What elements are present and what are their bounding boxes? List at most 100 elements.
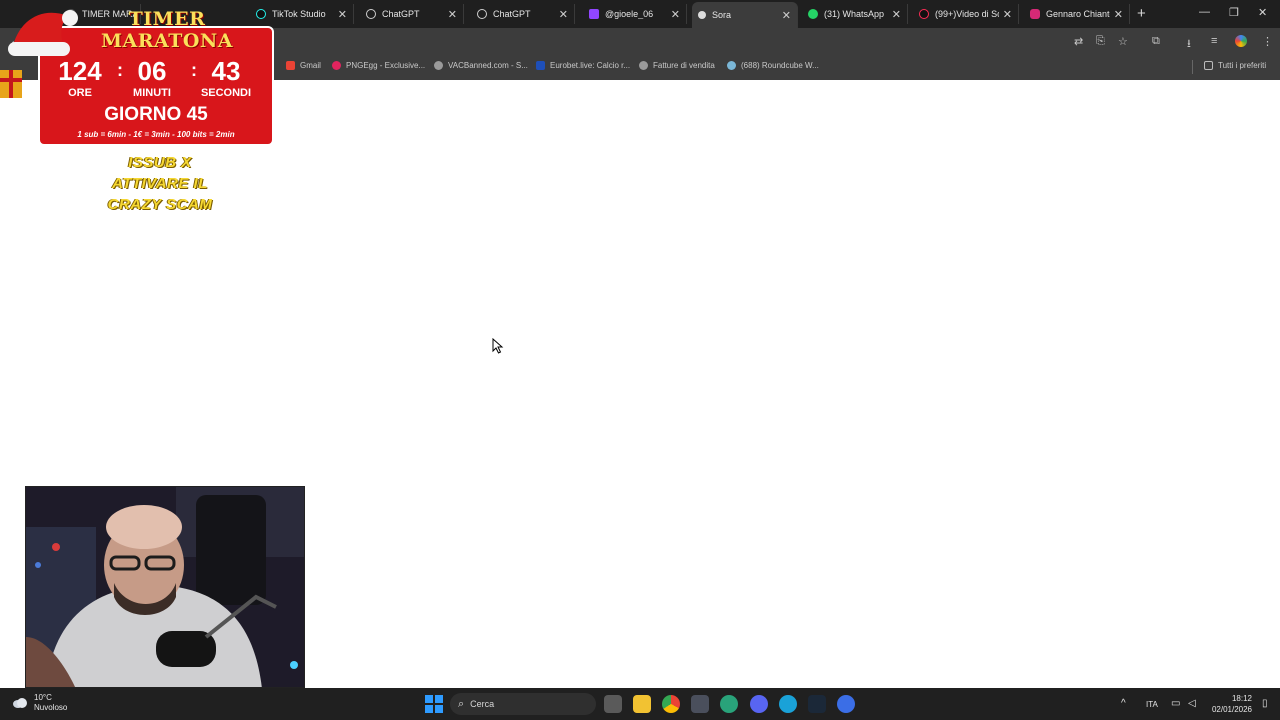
bookmark-eurobet[interactable]: Eurobet.live: Calcio r... <box>536 61 630 70</box>
timer-rates: 1 sub = 6min - 1€ = 3min - 100 bits = 2m… <box>77 130 235 139</box>
bookmark-label: PNGEgg - Exclusive... <box>346 61 426 70</box>
clock-date: 02/01/2026 <box>1211 705 1252 714</box>
timer-seconds: 43 <box>211 56 241 86</box>
webcam-image <box>26 487 304 687</box>
timer-seconds-label: SECONDI <box>200 87 252 99</box>
chrome-icon[interactable] <box>662 695 680 713</box>
taskbar-search[interactable]: ⌕ Cerca <box>450 693 596 715</box>
promo-line: CRAZY SCAM <box>107 196 213 213</box>
chatgpt-icon <box>477 9 487 19</box>
close-icon[interactable]: ✕ <box>892 8 901 21</box>
translate-icon[interactable]: ⇄ <box>1074 35 1083 48</box>
tab-instagram[interactable]: Gennaro Chiante ✕ <box>1024 4 1130 24</box>
download-icon[interactable]: ⭳ <box>1187 35 1191 54</box>
santa-hat-icon <box>8 10 78 56</box>
bookmark-all-favorites[interactable]: Tutti i preferiti <box>1204 61 1266 70</box>
tab-title: Sora <box>712 10 732 20</box>
timer-day: GIORNO 45 <box>104 104 208 125</box>
tab-title: @gioele_06 <box>605 9 654 19</box>
notification-bell-icon[interactable]: ▯ <box>1262 698 1268 709</box>
app-icon[interactable] <box>779 695 797 713</box>
bookmark-star-icon[interactable]: ☆ <box>1118 35 1128 48</box>
gift-icon <box>0 70 22 98</box>
promo-line: ISSUB X <box>128 154 192 171</box>
bookmark-fatture[interactable]: Fatture di vendita <box>639 61 715 70</box>
bookmark-label: Tutti i preferiti <box>1218 61 1267 70</box>
close-icon[interactable]: ✕ <box>671 8 680 21</box>
bookmark-roundcube[interactable]: (688) Roundcube W... <box>727 61 819 70</box>
search-icon: ⌕ <box>458 697 465 710</box>
extensions-icon[interactable]: ⧉ <box>1152 35 1160 48</box>
network-icon[interactable]: ▭ <box>1171 698 1180 709</box>
bookmark-label: (688) Roundcube W... <box>741 61 819 70</box>
tab-twitch-gioele[interactable]: @gioele_06 ✕ <box>583 4 687 24</box>
bookmark-vacbanned[interactable]: VACBanned.com - S... <box>434 61 528 70</box>
tray-expand-icon[interactable]: ^ <box>1121 698 1126 709</box>
tab-tiktok-video[interactable]: (99+)Video di Sc ✕ <box>913 4 1019 24</box>
language-indicator[interactable]: ITA <box>1146 700 1158 709</box>
tiktok-icon <box>919 9 929 19</box>
bookmarks-divider <box>1192 60 1193 74</box>
timer-minutes-label: MINUTI <box>133 87 171 99</box>
globe-icon <box>639 61 648 70</box>
timer-header: TIMER MARATONA <box>100 8 234 52</box>
minimize-icon[interactable]: — <box>1199 6 1210 18</box>
reading-list-icon[interactable]: ≡ <box>1211 35 1217 47</box>
twitch-icon <box>589 9 599 19</box>
tab-whatsapp[interactable]: (31) WhatsApp ✕ <box>802 4 908 24</box>
mouse-cursor-icon <box>492 338 504 354</box>
tab-title: (31) WhatsApp <box>824 9 885 19</box>
promo-text: ISSUB X ATTIVARE IL CRAZY SCAM <box>60 152 260 215</box>
tab-chatgpt-2[interactable]: ChatGPT ✕ <box>471 4 575 24</box>
app-icon[interactable] <box>837 695 855 713</box>
close-icon[interactable]: ✕ <box>1003 8 1012 21</box>
file-explorer-icon[interactable] <box>633 695 651 713</box>
chatgpt-icon <box>366 9 376 19</box>
timer-hours-label: ORE <box>68 87 92 99</box>
windows-start-icon[interactable] <box>425 695 443 713</box>
discord-icon[interactable] <box>750 695 768 713</box>
webcam-feed <box>25 486 305 688</box>
bookmark-label: Fatture di vendita <box>653 61 715 70</box>
bookmark-label: Eurobet.live: Calcio r... <box>550 61 631 70</box>
tab-title: ChatGPT <box>382 9 420 19</box>
task-view-icon[interactable] <box>604 695 622 713</box>
search-label: Cerca <box>470 699 495 709</box>
tab-sora[interactable]: Sora ✕ <box>692 2 798 28</box>
profile-avatar-icon[interactable] <box>1235 35 1247 47</box>
bookmark-label: VACBanned.com - S... <box>448 61 528 70</box>
eurobet-icon <box>536 61 545 70</box>
bookmark-gmail[interactable]: Gmail <box>286 61 321 70</box>
new-tab-plus-icon[interactable]: + <box>1137 5 1146 22</box>
weather-temperature: 10°C <box>34 693 52 702</box>
globe-icon <box>434 61 443 70</box>
close-icon[interactable]: ✕ <box>782 9 791 22</box>
restore-icon[interactable]: ❐ <box>1229 6 1239 19</box>
volume-icon[interactable]: ◁ <box>1188 698 1196 709</box>
tab-title: (99+)Video di Sc <box>935 9 999 19</box>
tab-chatgpt-1[interactable]: ChatGPT ✕ <box>360 4 464 24</box>
tab-title: Gennaro Chiante <box>1046 9 1110 19</box>
pngegg-icon <box>332 61 341 70</box>
menu-dots-icon[interactable]: ⋮ <box>1262 35 1273 48</box>
bookmark-pngegg[interactable]: PNGEgg - Exclusive... <box>332 61 425 70</box>
install-app-icon[interactable]: ⎘ <box>1096 35 1105 48</box>
cloud-icon <box>13 698 27 708</box>
taskbar-clock[interactable]: 18:12 02/01/2026 <box>1206 693 1252 715</box>
folder-icon <box>1204 61 1213 70</box>
app-icon[interactable] <box>720 695 738 713</box>
close-icon[interactable]: ✕ <box>559 8 568 21</box>
close-window-icon[interactable]: ✕ <box>1258 6 1267 19</box>
instagram-icon <box>1030 9 1040 19</box>
close-icon[interactable]: ✕ <box>448 8 457 21</box>
close-icon[interactable]: ✕ <box>338 8 347 21</box>
close-icon[interactable]: ✕ <box>1114 8 1123 21</box>
roundcube-icon <box>727 61 736 70</box>
clock-time: 18:12 <box>1231 694 1252 703</box>
gmail-icon <box>286 61 295 70</box>
app-icon[interactable] <box>691 695 709 713</box>
timer-hours: 124 <box>58 56 102 86</box>
weather-widget[interactable]: 10°C Nuvoloso <box>12 693 67 713</box>
steam-icon[interactable] <box>808 695 826 713</box>
sora-icon <box>698 11 706 19</box>
